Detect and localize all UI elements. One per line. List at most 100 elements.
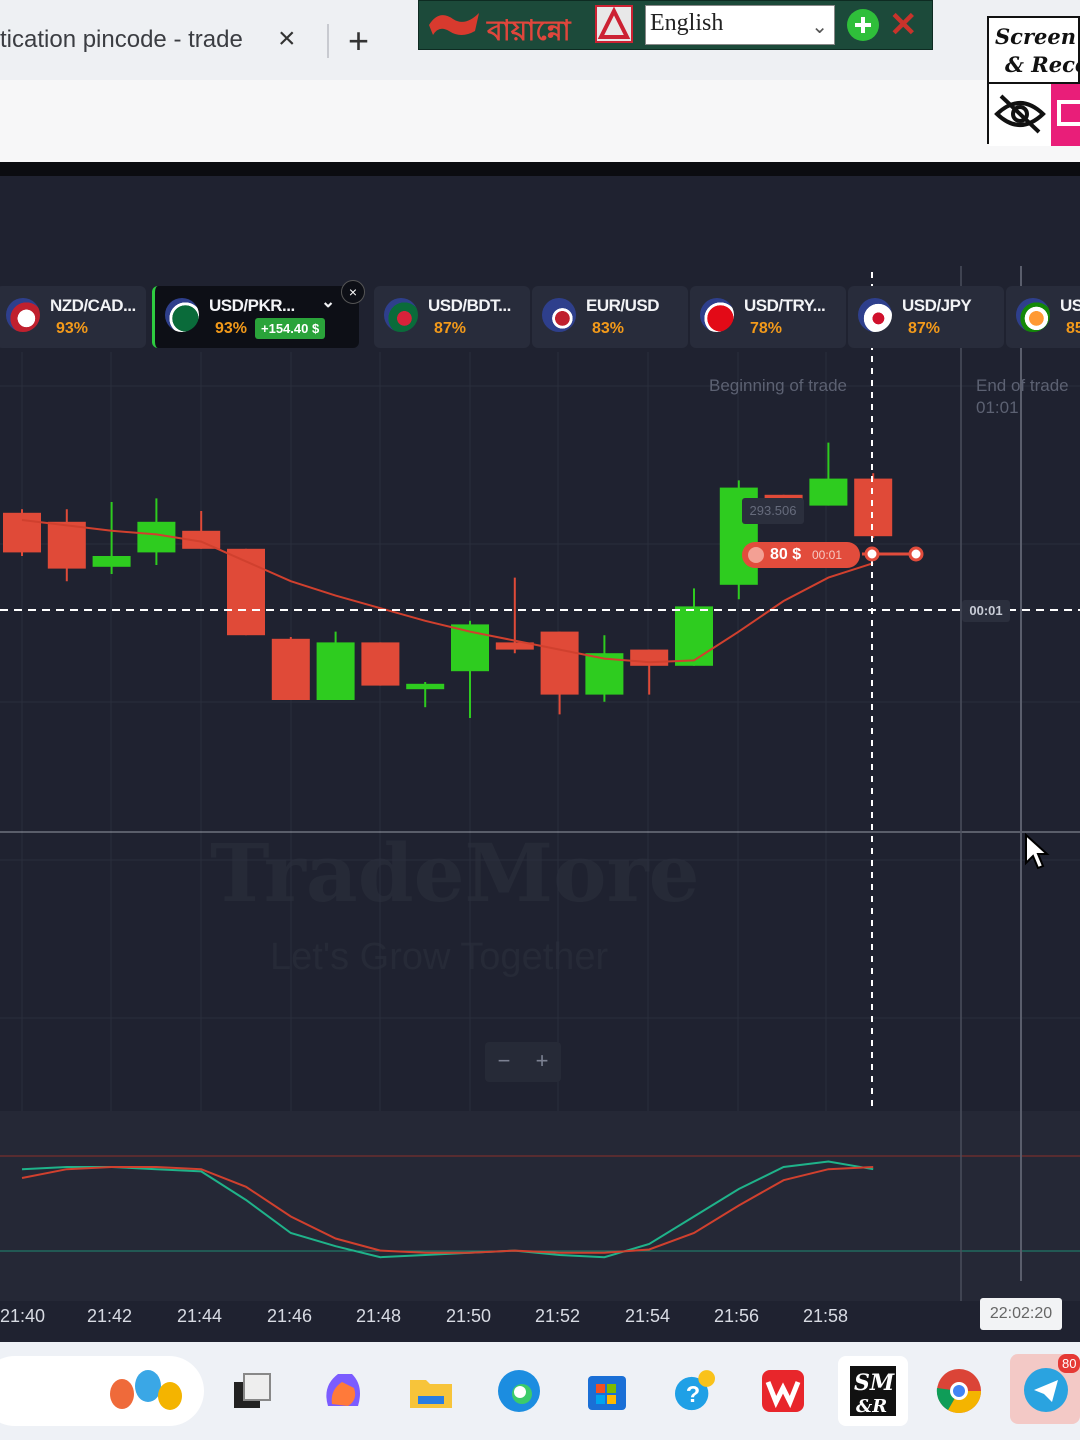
time-axis-label: 21:58 (803, 1306, 849, 1326)
svg-text:&R: &R (856, 1396, 887, 1417)
new-tab-button[interactable]: + (348, 20, 369, 62)
candle-body (406, 683, 445, 690)
asset-payout: 93% (215, 320, 248, 337)
trade-direction-icon (748, 547, 764, 563)
brand-name: বায়ান্নো (487, 14, 571, 47)
trade-amount: 80 $ (770, 546, 802, 563)
page-divider (0, 162, 1080, 176)
notification-badge: 80 (1058, 1354, 1080, 1373)
wps-office-icon[interactable] (758, 1366, 808, 1416)
edge-browser-icon[interactable] (494, 1366, 544, 1416)
asset-name: USD/JPY (902, 296, 972, 315)
oscillator-panel (0, 1111, 1080, 1301)
taskbar-search[interactable] (0, 1356, 204, 1426)
candle-body (316, 642, 355, 700)
asset-payout: 87% (434, 320, 467, 337)
trading-chart-area[interactable]: TradeMore Let's Grow Together NZD/CAD...… (0, 176, 1080, 1342)
svg-text:?: ? (686, 1381, 700, 1407)
asset-name: USD/PKR... (209, 296, 295, 315)
eye-hidden-icon[interactable] (989, 82, 1051, 146)
expiry-timer: 00:01 (962, 600, 1010, 622)
asset-tab-usdbdt[interactable]: USD/BDT... 87% (374, 286, 530, 348)
add-plus-icon[interactable] (847, 9, 879, 41)
language-select[interactable]: English ⌄ (645, 5, 835, 45)
beginning-of-trade-label: Beginning of trade (709, 376, 847, 395)
usd-try-flag-icon (700, 298, 734, 332)
asset-name: US (1060, 296, 1080, 315)
chevron-down-icon[interactable]: ⌄ (321, 292, 335, 312)
time-axis-label: 21:50 (446, 1306, 492, 1326)
asset-tab-usdjpy[interactable]: USD/JPY 87% (848, 286, 1004, 348)
asset-payout: 78% (750, 320, 783, 337)
screen-recorder-taskbar-icon[interactable]: SM &R (838, 1356, 908, 1426)
nzd-cad-flag-icon (6, 298, 40, 332)
record-screen-icon[interactable] (1051, 82, 1080, 146)
usd-bdt-flag-icon (384, 298, 418, 332)
copilot-icon[interactable] (318, 1366, 368, 1416)
candle-body (809, 478, 848, 506)
brand-logo-icon (429, 13, 479, 35)
end-of-trade-label: End of trade (976, 376, 1069, 395)
language-toolbar: বায়ান্নো English ⌄ ✕ (418, 0, 933, 50)
time-axis-label: 21:54 (625, 1306, 671, 1326)
windows-taskbar: ? SM &R 80 (0, 1342, 1080, 1440)
trade-end-dot (908, 546, 924, 562)
browser-address-area (0, 80, 1080, 162)
time-axis-label: 21:46 (267, 1306, 313, 1326)
asset-tab-nzdcad[interactable]: NZD/CAD... 93% (0, 286, 146, 348)
price-tag: 293.506 (742, 498, 804, 524)
asset-tab-eurusd[interactable]: EUR/USD 83% (532, 286, 688, 348)
chevron-down-icon: ⌄ (811, 16, 828, 38)
eur-usd-flag-icon (542, 298, 576, 332)
open-trade-badge[interactable]: 80 $ 00:01 (742, 542, 860, 568)
trade-entry-dot (864, 546, 880, 562)
asset-name: EUR/USD (586, 296, 660, 315)
toolbar-close-icon[interactable]: ✕ (889, 5, 918, 45)
time-axis-label: 21:56 (714, 1306, 760, 1326)
zoom-out-button[interactable]: − (485, 1048, 523, 1074)
asset-payout: 85 (1066, 320, 1080, 337)
svg-text:SM: SM (854, 1370, 895, 1396)
get-help-icon[interactable]: ? (670, 1366, 720, 1416)
time-axis-label: 21:48 (356, 1306, 402, 1326)
current-time-tag: 22:02:20 (980, 1298, 1062, 1330)
candle-body (47, 521, 86, 569)
screen-recorder-widget: Screen Ma & Recor (987, 16, 1080, 146)
asset-name: USD/BDT... (428, 296, 511, 315)
asset-payout: 93% (56, 320, 89, 337)
file-explorer-icon[interactable] (406, 1366, 456, 1416)
task-view-icon[interactable] (228, 1366, 278, 1416)
asset-tab-usdpkr[interactable]: USD/PKR... ⌄ 93% +154.40 $ (152, 286, 359, 348)
balloons-icon (110, 1370, 182, 1410)
tab-close-button[interactable]: × (278, 22, 296, 56)
avro-icon[interactable] (595, 5, 633, 43)
asset-tab-usdtry[interactable]: USD/TRY... 78% (690, 286, 846, 348)
candle-body (3, 512, 41, 553)
asset-name: USD/TRY... (744, 296, 826, 315)
profit-badge: +154.40 $ (255, 318, 326, 339)
browser-tab-title[interactable]: tication pincode - trade (0, 26, 243, 54)
asset-name: NZD/CAD... (50, 296, 136, 315)
close-asset-tab-button[interactable]: × (341, 280, 365, 304)
candle-body (675, 606, 713, 666)
candle-body (540, 631, 579, 695)
telegram-icon[interactable]: 80 (1010, 1354, 1080, 1424)
candle-body (854, 478, 893, 537)
end-of-trade-time: 01:01 (976, 398, 1019, 417)
candle-body (92, 556, 131, 567)
asset-payout: 87% (908, 320, 941, 337)
usd-pkr-flag-icon (165, 298, 199, 332)
usd-jpy-flag-icon (858, 298, 892, 332)
chrome-browser-icon[interactable] (934, 1366, 984, 1416)
language-select-value: English (650, 10, 724, 36)
candle-body (361, 642, 400, 686)
asset-tab-usdinr[interactable]: US 85 (1006, 286, 1080, 348)
zoom-in-button[interactable]: + (523, 1048, 561, 1074)
microsoft-store-icon[interactable] (582, 1366, 632, 1416)
time-axis-label: 21:52 (535, 1306, 581, 1326)
candle-body (630, 649, 669, 666)
zoom-control: − + (485, 1042, 561, 1082)
asset-payout: 83% (592, 320, 625, 337)
trade-time: 00:01 (812, 548, 843, 562)
candlestick-chart[interactable] (0, 176, 1080, 1342)
